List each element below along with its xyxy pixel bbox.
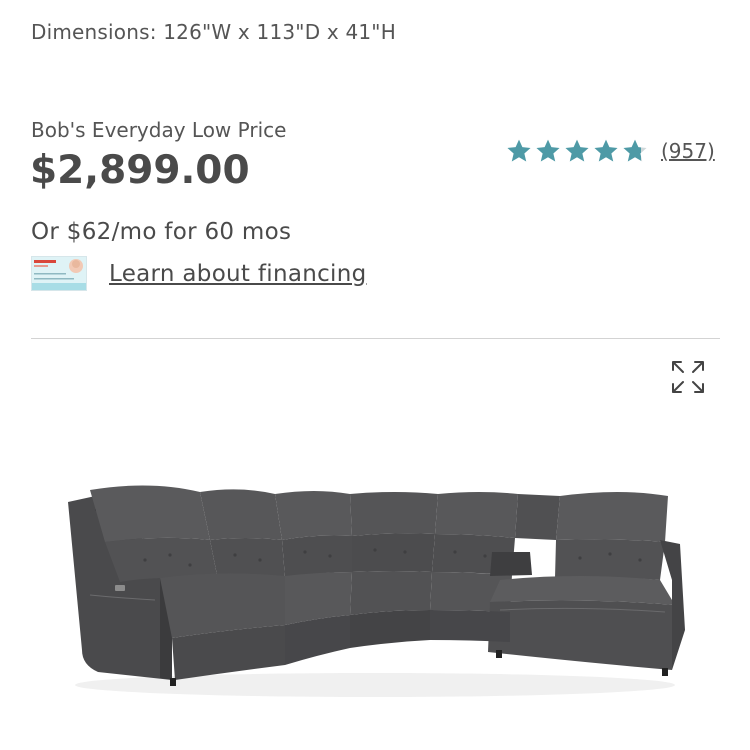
star-icon	[594, 139, 618, 162]
star-icon	[565, 139, 589, 162]
monthly-payment: Or $62/mo for 60 mos	[31, 219, 292, 245]
product-page: Dimensions: 126"W x 113"D x 41"H Bob's E…	[0, 0, 750, 750]
product-price: $2,899.00	[30, 148, 250, 193]
sectional-sofa-image	[68, 485, 685, 697]
star-icon	[536, 139, 560, 162]
rating-summary[interactable]: (957)	[505, 137, 715, 165]
credit-card-icon	[31, 256, 87, 291]
price-label: Bob's Everyday Low Price	[31, 118, 287, 142]
product-dimensions: Dimensions: 126"W x 113"D x 41"H	[31, 20, 396, 44]
divider	[31, 338, 720, 339]
star-icon	[507, 139, 531, 162]
star-rating	[505, 137, 649, 165]
star-half-icon	[623, 139, 647, 162]
review-count-link[interactable]: (957)	[661, 139, 715, 163]
financing-link[interactable]: Learn about financing	[109, 261, 367, 287]
expand-icon[interactable]	[670, 359, 706, 395]
financing-row: Learn about financing	[31, 256, 367, 291]
